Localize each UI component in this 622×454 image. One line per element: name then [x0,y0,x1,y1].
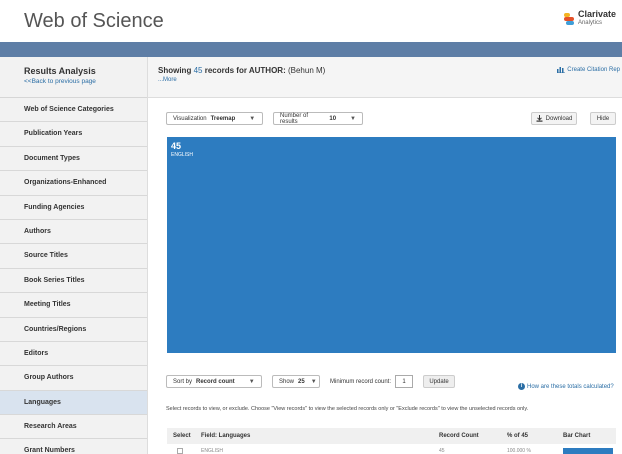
table-row: ENGLISH 45 100.000 % [167,446,616,454]
sidebar-item-countries[interactable]: Countries/Regions [0,317,147,342]
show-count-select[interactable]: Show 25 ▼ [272,375,320,388]
sidebar-item-grant-numbers[interactable]: Grant Numbers [0,439,147,454]
treemap-node-label: ENGLISH [171,152,193,158]
sort-by-select[interactable]: Sort by Record count ▼ [166,375,262,388]
visualization-select[interactable]: Visualization Treemap ▼ [166,112,263,125]
min-record-input[interactable]: 1 [395,375,414,388]
download-button[interactable]: Download [531,112,577,125]
main-panel: Showing 45 records for AUTHOR: (Behun M)… [148,57,622,454]
sidebar-item-meeting-titles[interactable]: Meeting Titles [0,293,147,318]
treemap-node-value: 45 [171,141,182,151]
col-field[interactable]: Field: Languages [201,433,250,439]
author-query: (Behun M) [287,66,326,75]
chevron-down-icon: ▼ [249,115,256,122]
sidebar-item-document-types[interactable]: Document Types [0,146,147,172]
sort-label: Sort by [173,378,193,385]
nav-bar [0,42,622,57]
update-button[interactable]: Update [423,375,456,388]
sidebar-item-publication-years[interactable]: Publication Years [0,122,147,147]
hide-button[interactable]: Hide [590,112,616,125]
back-link[interactable]: <<Back to previous page [24,78,147,85]
sidebar-item-organizations[interactable]: Organizations-Enhanced [0,171,147,196]
sidebar-item-funding-agencies[interactable]: Funding Agencies [0,195,147,220]
row-record-count: 45 [439,448,445,454]
col-select: Select [173,433,191,439]
col-percent: % of 45 [507,433,529,439]
table-filters: Sort by Record count ▼ Show 25 ▼ Minimum… [166,375,456,388]
download-label: Download [545,115,573,122]
vendor-sub: Analytics [577,20,602,26]
info-icon: i [518,383,525,390]
chevron-down-icon: ▼ [310,378,317,385]
sidebar-item-research-areas[interactable]: Research Areas [0,415,147,440]
vendor-name: Clarivate [577,9,616,19]
selection-instructions: Select records to view, or exclude. Choo… [166,406,529,412]
create-citation-report-link[interactable]: Create Citation Rep [557,66,620,73]
clarivate-icon [563,13,574,25]
top-header: Web of Science Clarivate Analytics [0,0,622,42]
sidebar-item-source-titles[interactable]: Source Titles [0,244,147,269]
col-bar-chart: Bar Chart [563,433,591,439]
show-value: 25 [298,378,305,385]
sidebar-item-group-authors[interactable]: Group Authors [0,366,147,391]
visualization-controls: Visualization Treemap ▼ Number of result… [166,112,363,125]
results-table-header: Select Field: Languages Record Count % o… [167,428,616,444]
sidebar-item-languages[interactable]: Languages [0,390,147,416]
min-record-label: Minimum record count: [330,378,392,385]
sidebar-item-editors[interactable]: Editors [0,341,147,367]
row-bar [563,448,613,454]
show-label: Show [279,378,295,385]
chevron-down-icon: ▼ [350,115,356,122]
brand-title[interactable]: Web of Science [24,10,164,33]
totals-help-link[interactable]: i How are these totals calculated? [518,383,614,390]
viz-label: Visualization [173,115,207,122]
row-percent: 100.000 % [507,448,531,454]
bar-chart-icon [557,67,566,73]
vendor-logo[interactable]: Clarivate Analytics [563,9,616,28]
sidebar: Results Analysis <<Back to previous page… [0,57,148,454]
results-label: Number of results [280,112,309,125]
row-checkbox[interactable] [177,448,183,454]
sidebar-item-authors[interactable]: Authors [0,219,147,245]
sidebar-item-book-series[interactable]: Book Series Titles [0,268,147,294]
showing-mid: records for AUTHOR: [204,66,286,75]
sidebar-header: Results Analysis <<Back to previous page [0,57,147,98]
results-value: 10 [329,115,337,122]
col-record-count[interactable]: Record Count [439,433,479,439]
totals-help-label: How are these totals calculated? [527,383,614,390]
results-header: Showing 45 records for AUTHOR: (Behun M)… [148,57,622,98]
sidebar-item-wos-categories[interactable]: Web of Science Categories [0,98,147,123]
sort-value: Record count [196,378,235,385]
download-icon [536,115,543,122]
showing-prefix: Showing [158,66,192,75]
more-link[interactable]: ...More [158,77,622,83]
treemap-chart[interactable]: 45 ENGLISH [167,137,616,353]
citation-label: Create Citation Rep [567,66,620,73]
showing-summary: Showing 45 records for AUTHOR: (Behun M) [158,66,622,75]
sidebar-title: Results Analysis [24,66,96,76]
number-of-results-select[interactable]: Number of results 10 ▼ [273,112,363,125]
viz-value: Treemap [210,115,236,122]
chevron-down-icon: ▼ [248,378,255,385]
row-field: ENGLISH [201,448,223,454]
record-count: 45 [193,66,203,75]
